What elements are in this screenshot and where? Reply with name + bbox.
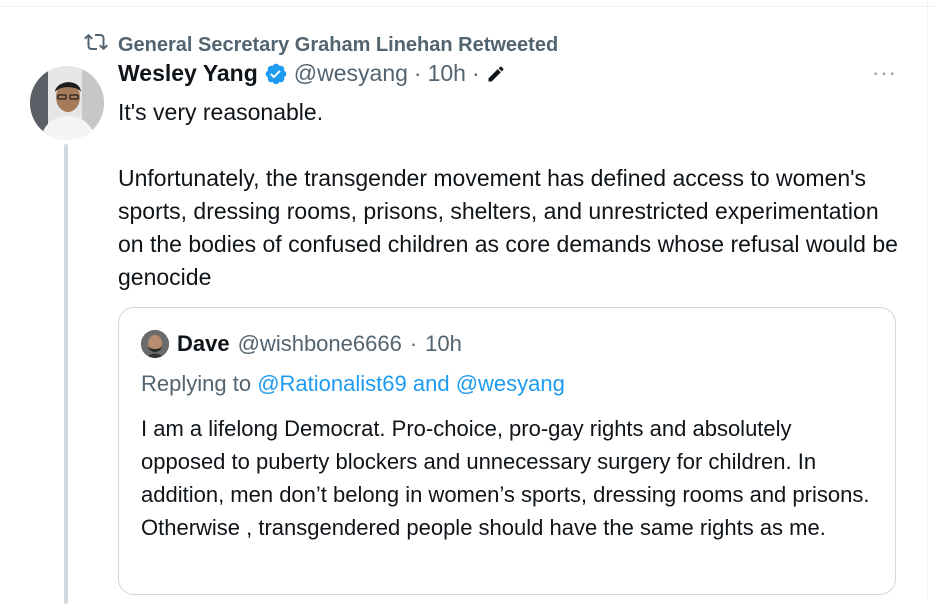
replying-to: Replying to @Rationalist69 and @wesyang xyxy=(141,371,565,397)
author-handle[interactable]: @wesyang xyxy=(294,60,408,87)
author-name[interactable]: Wesley Yang xyxy=(118,60,258,87)
separator: · xyxy=(471,60,480,86)
quote-time[interactable]: 10h xyxy=(425,331,462,357)
quote-author-name[interactable]: Dave xyxy=(177,331,230,357)
thread-line xyxy=(64,144,68,604)
tweet-header: Wesley Yang @wesyang · 10h · xyxy=(118,60,506,87)
mention-link[interactable]: @Rationalist69 xyxy=(257,371,407,396)
quote-author-handle[interactable]: @wishbone6666 xyxy=(238,331,402,357)
separator: · xyxy=(413,60,422,86)
quote-avatar[interactable] xyxy=(141,330,169,358)
verified-badge-icon xyxy=(264,62,288,86)
tweet-paragraph: It's very reasonable. xyxy=(118,99,324,125)
tweet-paragraph: Unfortunately, the transgender movement … xyxy=(118,165,898,290)
top-divider xyxy=(0,0,936,7)
edit-pencil-icon[interactable] xyxy=(486,64,506,84)
replying-prefix: Replying to xyxy=(141,371,252,396)
mention-link[interactable]: @wesyang xyxy=(456,371,565,396)
avatar[interactable] xyxy=(30,66,104,140)
quoted-tweet-card[interactable]: Dave @wishbone6666 · 10h Replying to @Ra… xyxy=(118,307,896,595)
retweet-label: General Secretary Graham Linehan Retweet… xyxy=(118,33,559,56)
quote-header: Dave @wishbone6666 · 10h xyxy=(141,330,462,358)
reply-and: and xyxy=(412,371,450,396)
separator: · xyxy=(409,331,418,356)
retweet-context[interactable]: General Secretary Graham Linehan Retweet… xyxy=(84,30,558,60)
tweet-text: It's very reasonable. Unfortunately, the… xyxy=(118,96,908,294)
more-options-icon[interactable]: ··· xyxy=(872,60,897,86)
quote-text: I am a lifelong Democrat. Pro-choice, pr… xyxy=(141,416,870,540)
tweet-time[interactable]: 10h xyxy=(428,60,466,87)
retweet-icon xyxy=(84,30,108,60)
right-divider xyxy=(927,0,928,600)
